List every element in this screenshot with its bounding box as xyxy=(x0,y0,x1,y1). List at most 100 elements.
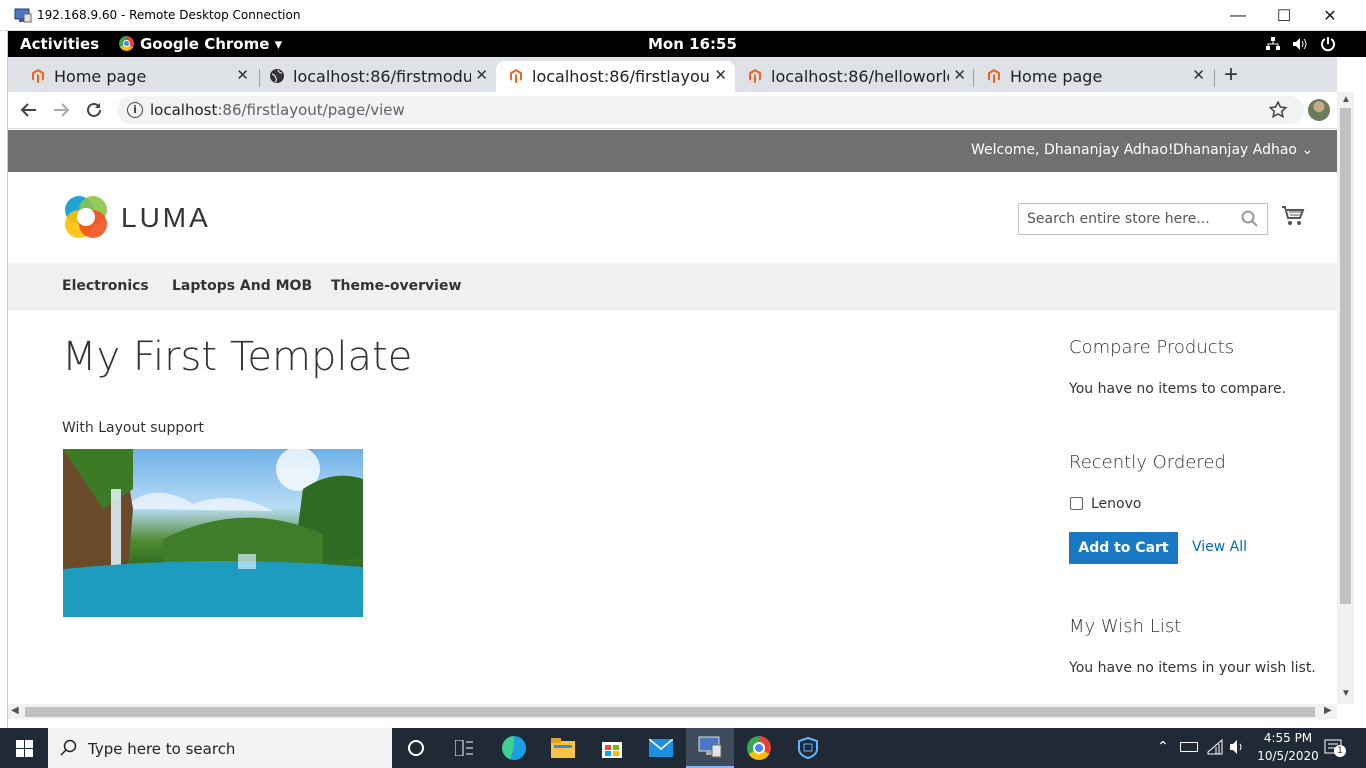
recently-ordered-title: Recently Ordered xyxy=(1069,452,1226,473)
account-menu[interactable]: Dhananjay Adhao ⌄ xyxy=(1173,142,1313,158)
scroll-right-arrow-icon[interactable]: ▶ xyxy=(1324,705,1332,716)
scroll-left-arrow-icon[interactable]: ◀ xyxy=(11,705,19,716)
tab-strip: Home page ✕ localhost:86/firstmodule ✕ l… xyxy=(8,57,1337,92)
close-window-button[interactable]: ✕ xyxy=(1307,0,1353,31)
taskbar-date[interactable]: 10/5/2020 xyxy=(1255,749,1321,763)
url-host: localhost xyxy=(150,101,218,119)
nav-item-electronics[interactable]: Electronics xyxy=(62,278,149,294)
address-bar[interactable]: i localhost:86/firstlayout/page/view xyxy=(117,96,1304,124)
speaker-icon[interactable] xyxy=(1229,739,1247,755)
nav-item-laptops-and-mob[interactable]: Laptops And MOB xyxy=(172,278,312,294)
store-search-input[interactable]: Search entire store here... xyxy=(1018,203,1268,235)
store-icon[interactable] xyxy=(588,728,636,768)
magento-favicon-icon xyxy=(510,69,522,84)
bookmark-star-icon[interactable] xyxy=(1268,100,1288,119)
chrome-app-icon xyxy=(119,36,134,51)
taskbar-search-box[interactable]: Type here to search xyxy=(48,728,392,768)
rdp-left-border xyxy=(0,31,8,728)
tab-label: localhost:86/firstlayout/ xyxy=(532,67,710,86)
wifi-icon[interactable] xyxy=(1206,738,1224,755)
search-icon xyxy=(60,739,78,757)
windows-start-icon[interactable] xyxy=(16,740,33,757)
tab-firstlayout[interactable]: localhost:86/firstlayout/ ✕ xyxy=(496,61,735,92)
activities-button[interactable]: Activities xyxy=(20,35,99,53)
browser-toolbar: i localhost:86/firstlayout/page/view xyxy=(8,92,1337,129)
luma-logo[interactable]: LUMA xyxy=(63,194,213,239)
waterfall-image xyxy=(63,449,363,617)
app-menu[interactable]: Google Chrome ▾ xyxy=(140,35,282,53)
tab-label: Home page xyxy=(1010,67,1103,86)
back-arrow-icon[interactable] xyxy=(20,101,38,119)
file-explorer-icon[interactable] xyxy=(539,728,587,768)
page-subtitle: With Layout support xyxy=(62,420,205,436)
web-page: Welcome, Dhananjay Adhao! Dhananjay Adha… xyxy=(8,130,1337,704)
url-path: :86/firstlayout/page/view xyxy=(217,101,405,119)
chrome-taskbar-icon[interactable] xyxy=(735,728,783,768)
welcome-message: Welcome, Dhananjay Adhao! xyxy=(971,142,1174,158)
widgets-icon[interactable] xyxy=(440,728,488,768)
search-placeholder: Search entire store here... xyxy=(1027,211,1210,227)
page-title: My First Template xyxy=(62,334,413,380)
tab-close-icon[interactable]: ✕ xyxy=(1192,66,1205,84)
tab-firstmodule[interactable]: localhost:86/firstmodule ✕ xyxy=(257,61,496,92)
globe-favicon-icon xyxy=(270,69,284,83)
recent-item-checkbox[interactable] xyxy=(1070,497,1083,510)
tab-close-icon[interactable]: ✕ xyxy=(475,66,488,84)
tab-helloworld[interactable]: localhost:86/helloworld ✕ xyxy=(735,61,974,92)
battery-icon[interactable] xyxy=(1180,742,1198,752)
horizontal-scrollbar[interactable]: ◀ ▶ xyxy=(8,704,1337,719)
tab-home-page-1[interactable]: Home page ✕ xyxy=(18,61,257,92)
new-tab-button[interactable]: + xyxy=(1224,61,1238,89)
taskbar-time[interactable]: 4:55 PM xyxy=(1258,731,1318,745)
magento-favicon-icon xyxy=(988,69,1000,84)
clock[interactable]: Mon 16:55 xyxy=(648,35,737,53)
task-view-icon[interactable] xyxy=(392,728,440,768)
security-shield-icon[interactable] xyxy=(784,728,832,768)
notification-count-badge: 1 xyxy=(1334,745,1346,757)
network-icon[interactable] xyxy=(1265,36,1281,52)
welcome-bar: Welcome, Dhananjay Adhao! Dhananjay Adha… xyxy=(8,130,1337,172)
luma-logo-text: LUMA xyxy=(121,202,211,233)
tab-label: Home page xyxy=(54,67,147,86)
minimize-button[interactable]: — xyxy=(1215,0,1261,31)
horizontal-scroll-thumb[interactable] xyxy=(25,707,1315,717)
tab-close-icon[interactable]: ✕ xyxy=(236,66,249,84)
tab-close-icon[interactable]: ✕ xyxy=(714,66,727,84)
power-icon[interactable] xyxy=(1320,36,1336,52)
rdp-app-icon xyxy=(14,7,32,23)
recent-item-name: Lenovo xyxy=(1091,496,1142,512)
rdp-right-border xyxy=(1354,57,1366,728)
maximize-button[interactable]: ☐ xyxy=(1261,0,1307,31)
reload-icon[interactable] xyxy=(85,101,103,119)
taskbar-search-placeholder: Type here to search xyxy=(88,740,236,758)
url-text: localhost:86/firstlayout/page/view xyxy=(150,101,405,119)
add-to-cart-button[interactable]: Add to Cart xyxy=(1069,532,1178,564)
scroll-up-arrow-icon[interactable]: ▲ xyxy=(1341,94,1351,105)
chevron-up-icon[interactable]: ⌃ xyxy=(1157,739,1169,755)
volume-icon[interactable] xyxy=(1292,36,1308,52)
category-nav: Electronics Laptops And MOB Theme-overvi… xyxy=(8,263,1337,310)
view-all-link[interactable]: View All xyxy=(1192,539,1247,555)
store-header: LUMA Search entire store here... xyxy=(8,172,1337,263)
tab-close-icon[interactable]: ✕ xyxy=(953,66,966,84)
scroll-down-arrow-icon[interactable]: ▼ xyxy=(1341,688,1351,699)
edge-icon[interactable] xyxy=(490,728,538,768)
remote-desktop-icon[interactable] xyxy=(686,728,734,768)
profile-avatar[interactable] xyxy=(1308,99,1330,121)
chevron-down-icon: ⌄ xyxy=(1301,142,1314,158)
notification-center-icon[interactable]: 1 xyxy=(1324,739,1346,757)
rdp-title-bar: 192.168.9.60 - Remote Desktop Connection… xyxy=(0,0,1366,31)
vertical-scroll-thumb[interactable] xyxy=(1340,108,1351,604)
search-icon[interactable] xyxy=(1241,210,1259,228)
forward-arrow-icon[interactable] xyxy=(52,101,70,119)
rdp-window-title: 192.168.9.60 - Remote Desktop Connection xyxy=(37,8,301,22)
account-name: Dhananjay Adhao xyxy=(1173,142,1297,158)
info-icon[interactable]: i xyxy=(127,102,143,118)
tab-home-page-2[interactable]: Home page ✕ xyxy=(974,61,1213,92)
cart-icon[interactable] xyxy=(1281,204,1305,228)
nav-item-theme-overview[interactable]: Theme-overview xyxy=(331,278,461,294)
wishlist-title: My Wish List xyxy=(1069,616,1182,637)
vertical-scrollbar[interactable]: ▲ ▼ xyxy=(1337,92,1354,704)
wishlist-empty-text: You have no items in your wish list. xyxy=(1069,660,1316,676)
mail-icon[interactable] xyxy=(637,728,685,768)
